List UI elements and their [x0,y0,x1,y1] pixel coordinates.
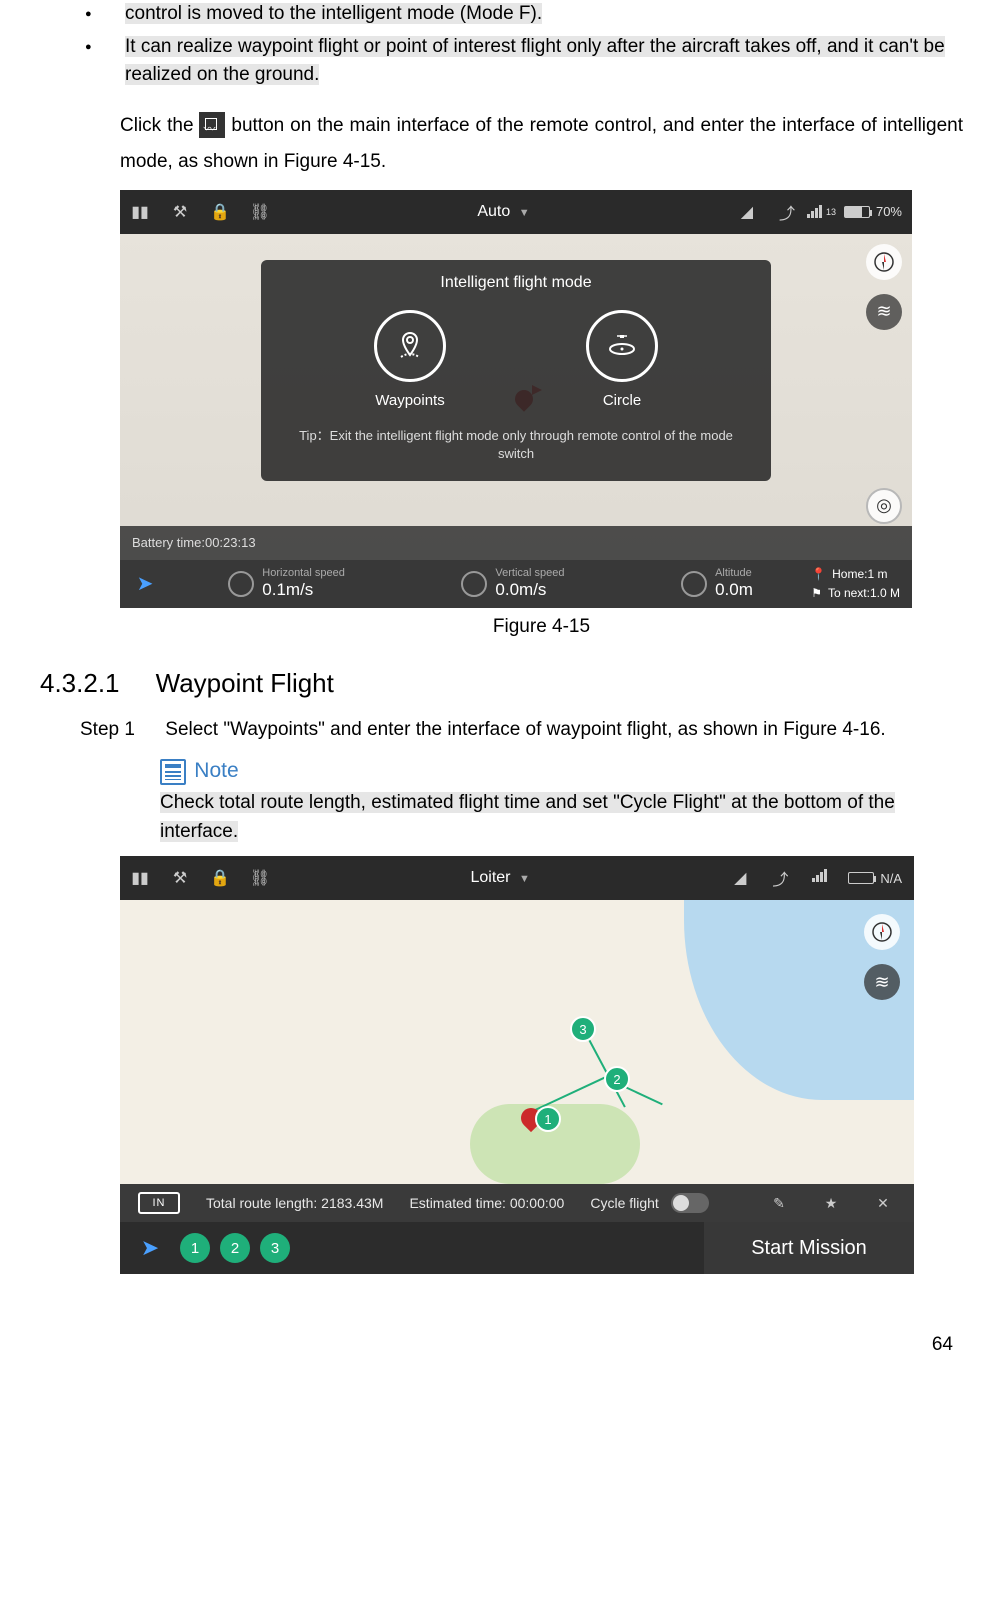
chevron-down-icon: ▼ [519,873,530,885]
layers-icon[interactable]: ≋ [864,964,900,1000]
return-icon[interactable]: ⤴ [767,200,807,224]
modal-tip: Tip：Exit the intelligent flight mode onl… [261,427,771,463]
waypoint-pill[interactable]: 2 [220,1233,250,1263]
battery-na: N/A [880,871,902,886]
instruction-paragraph: Click the button on the main interface o… [120,108,963,180]
gauge-icon [681,571,707,597]
heading-arrow-icon[interactable]: ➤ [120,571,170,596]
layers-icon[interactable]: ≋ [866,294,902,330]
flight-mode-label[interactable]: Loiter ▼ [280,869,720,887]
section-heading: 4.3.2.1 Waypoint Flight [40,668,963,699]
locate-icon[interactable]: ◎ [866,488,902,524]
home-pin-icon: 📍 [811,565,826,584]
waypoints-mode-button[interactable]: Waypoints [374,310,446,409]
route-info-bar: IN Total route length: 2183.43M Estimate… [120,1184,914,1222]
total-route-length: Total route length: 2183.43M [206,1195,383,1211]
bullet-list: control is moved to the intelligent mode… [85,0,963,90]
waypoint-marker[interactable]: 1 [535,1106,561,1132]
gauge-icon [228,571,254,597]
in-badge: IN [138,1192,180,1214]
estimated-time: Estimated time: 00:00:00 [409,1195,564,1211]
note-icon [160,759,186,785]
lock-icon[interactable]: 🔒 [200,202,240,222]
app-top-bar: ▮▮ ⚒ 🔒 ⛓ Loiter ▼ ◢ ⤴ N/A [120,856,914,900]
cycle-flight-label: Cycle flight [590,1195,658,1211]
note-block: Note Check total route length, estimated… [160,759,963,846]
heading-arrow-icon[interactable]: ➤ [120,1235,180,1261]
circle-mode-button[interactable]: Circle [586,310,658,409]
figure-caption: Figure 4-15 [120,616,963,638]
compass-icon[interactable] [866,244,902,280]
altitude-stat: Altitude0.0m [681,567,753,601]
chain-icon[interactable]: ⛓ [240,868,280,888]
waypoint-pill[interactable]: 3 [260,1233,290,1263]
takeoff-icon[interactable]: ◢ [720,868,760,888]
waypoints-icon [374,310,446,382]
horizontal-speed-stat: Horizontal speed0.1m/s [228,567,345,601]
app-screenshot-1: ▮▮ ⚒ 🔒 ⛓ Auto ▼ ◢ ⤴ 13 70% [120,190,912,608]
chevron-down-icon: ▼ [519,207,530,219]
circle-icon [586,310,658,382]
waypoint-pill[interactable]: 1 [180,1233,210,1263]
flight-mode-label[interactable]: Auto ▼ [280,203,727,221]
cycle-flight-toggle[interactable] [671,1193,709,1213]
bullet-item: It can realize waypoint flight or point … [85,33,963,90]
modal-title: Intelligent flight mode [261,274,771,292]
home-next-info: 📍Home:1 m ⚑To next:1.0 M [811,565,912,603]
flag-icon: ⚑ [811,584,822,603]
lock-icon[interactable]: 🔒 [200,868,240,888]
vertical-speed-stat: Vertical speed0.0m/s [461,567,564,601]
intelligent-mode-icon [199,112,225,138]
edit-icon[interactable]: ✎ [766,1195,792,1212]
bullet-continuation: control is moved to the intelligent mode… [85,0,963,29]
chain-icon[interactable]: ⛓ [240,202,280,222]
intelligent-flight-modal: Intelligent flight mode Waypoints Circle [261,260,771,481]
tools-icon[interactable]: ⚒ [160,202,200,222]
menu-icon[interactable]: ▮▮ [120,202,160,222]
waypoint-pills: 1 2 3 [180,1233,290,1263]
battery-icon [844,206,870,218]
compass-icon[interactable] [864,914,900,950]
menu-icon[interactable]: ▮▮ [120,868,160,888]
right-icon-column: ≋ [864,914,900,1000]
page-number: 64 [40,1334,963,1356]
satellite-icon [800,869,840,887]
figure-4-15: ▮▮ ⚒ 🔒 ⛓ Auto ▼ ◢ ⤴ 13 70% [120,190,963,638]
battery-percent: 70% [876,204,902,219]
favorite-icon[interactable]: ★ [818,1195,844,1212]
step-1: Step 1 Select "Waypoints" and enter the … [80,715,963,745]
satellite-indicator: 13 [807,205,836,218]
gauge-icon [461,571,487,597]
figure-4-16: ▮▮ ⚒ 🔒 ⛓ Loiter ▼ ◢ ⤴ N/A [120,856,963,1274]
app-top-bar: ▮▮ ⚒ 🔒 ⛓ Auto ▼ ◢ ⤴ 13 70% [120,190,912,234]
app-screenshot-2: ▮▮ ⚒ 🔒 ⛓ Loiter ▼ ◢ ⤴ N/A [120,856,914,1274]
start-mission-button[interactable]: Start Mission [704,1222,914,1274]
return-icon[interactable]: ⤴ [760,866,800,890]
waypoint-marker[interactable]: 2 [604,1066,630,1092]
battery-icon [848,872,874,884]
waypoint-marker[interactable]: 3 [570,1016,596,1042]
app-bottom-bar: ➤ Horizontal speed0.1m/s Vertical speed0… [120,560,912,608]
app-bottom-bar: ➤ 1 2 3 Start Mission [120,1222,914,1274]
right-icon-column: ≋ ◎ [866,244,902,524]
tools-icon[interactable]: ⚒ [160,868,200,888]
battery-time-bar: Battery time:00:23:13 [120,526,912,560]
takeoff-icon[interactable]: ◢ [727,202,767,222]
close-icon[interactable]: ✕ [870,1195,896,1212]
